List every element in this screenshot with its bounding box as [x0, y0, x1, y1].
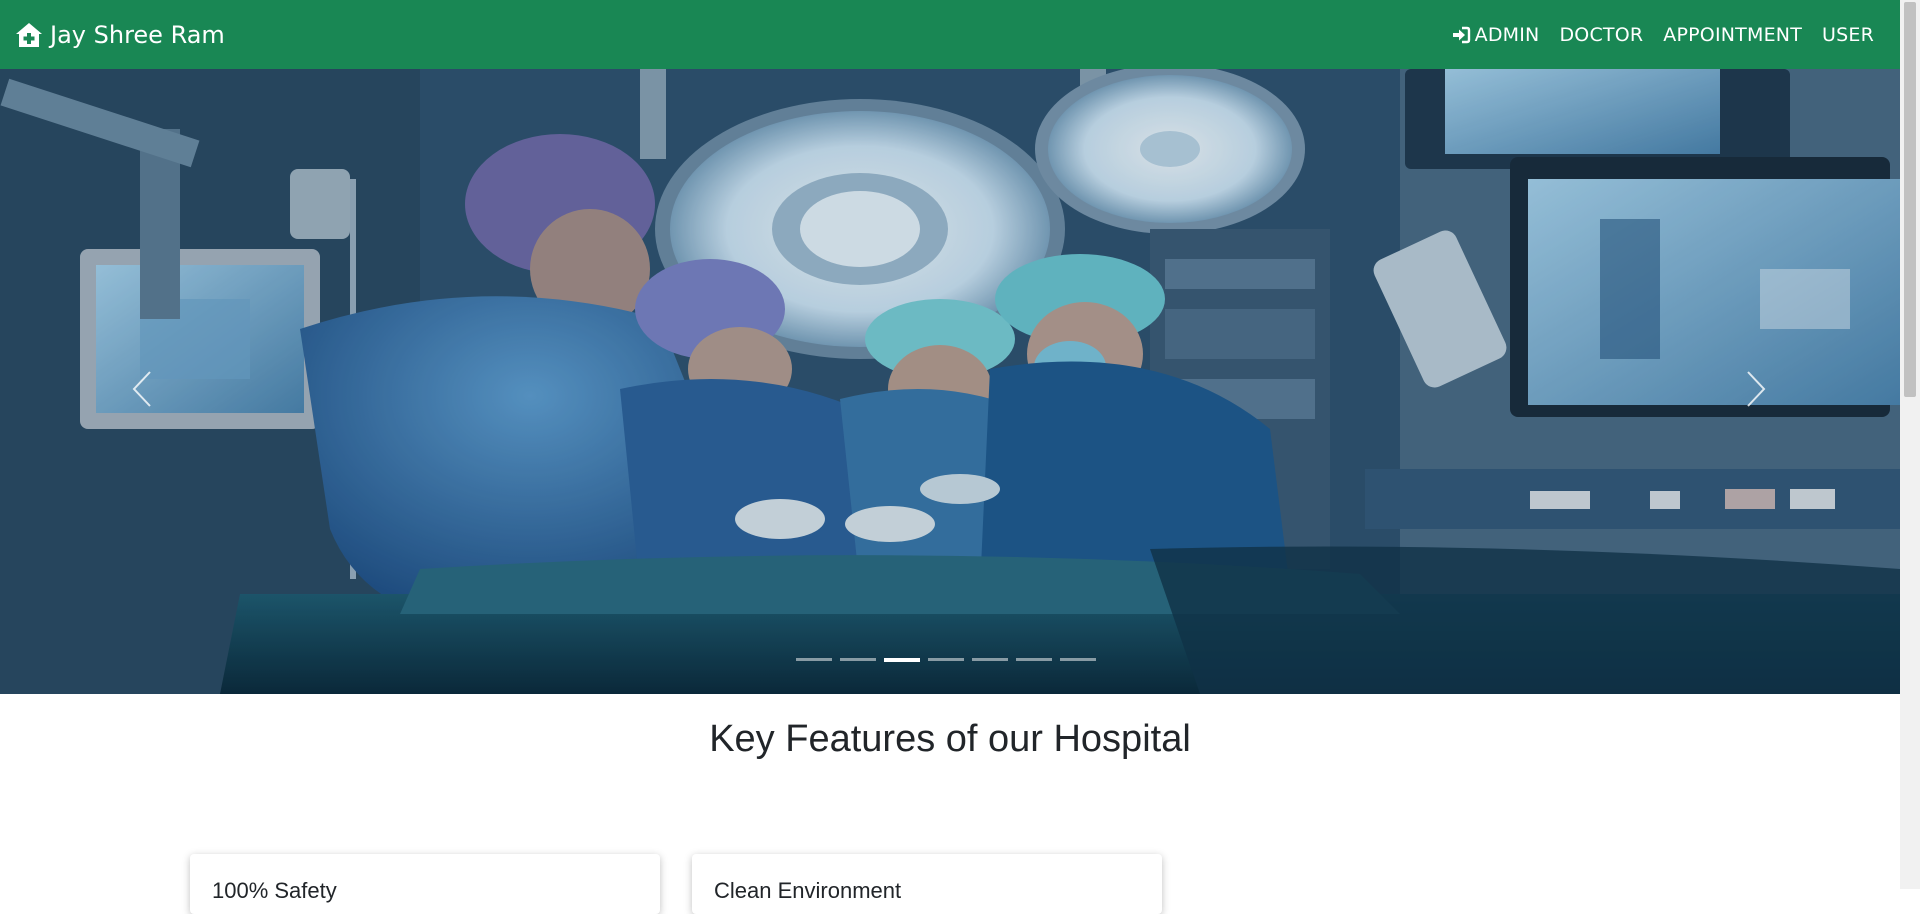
carousel-indicator-active[interactable]: [884, 658, 920, 662]
carousel-indicator[interactable]: [1016, 658, 1052, 661]
nav-link-user[interactable]: USER: [1822, 24, 1874, 46]
carousel-indicator[interactable]: [928, 658, 964, 661]
carousel-next-button[interactable]: [1736, 359, 1776, 419]
top-navbar: Jay Shree Ram ADMIN DOCTOR APPOINTMENT U…: [0, 0, 1900, 69]
nav-link-appointment-label: APPOINTMENT: [1663, 23, 1803, 46]
feature-card: 100% Safety: [190, 854, 660, 914]
nav-link-admin[interactable]: ADMIN: [1451, 24, 1540, 46]
nav-link-user-label: USER: [1822, 23, 1874, 46]
carousel-indicator[interactable]: [1060, 658, 1096, 661]
image-carousel: [0, 69, 1900, 694]
nav-link-doctor-label: DOCTOR: [1559, 23, 1644, 46]
carousel-indicator[interactable]: [796, 658, 832, 661]
sign-in-icon: [1451, 25, 1471, 45]
hospital-house-icon: [14, 21, 44, 49]
feature-card-title: 100% Safety: [212, 878, 337, 903]
feature-card: Clean Environment: [692, 854, 1162, 914]
scrollbar-thumb[interactable]: [1904, 2, 1916, 397]
carousel-prev-button[interactable]: [122, 359, 162, 419]
page-scrollbar[interactable]: [1900, 0, 1920, 889]
brand-name: Jay Shree Ram: [50, 20, 225, 49]
nav-link-appointment[interactable]: APPOINTMENT: [1663, 24, 1802, 46]
feature-card-title: Clean Environment: [714, 878, 902, 903]
chevron-left-icon: [132, 371, 151, 407]
carousel-indicator[interactable]: [972, 658, 1008, 661]
carousel-indicator[interactable]: [840, 658, 876, 661]
nav-links: ADMIN DOCTOR APPOINTMENT USER: [1451, 24, 1874, 46]
nav-link-doctor[interactable]: DOCTOR: [1559, 24, 1643, 46]
chevron-right-icon: [1747, 371, 1766, 407]
brand-link[interactable]: Jay Shree Ram: [14, 21, 225, 49]
carousel-indicators: [796, 658, 1096, 662]
nav-link-admin-label: ADMIN: [1474, 23, 1540, 46]
surgery-photo: [0, 69, 1900, 694]
features-heading: Key Features of our Hospital: [709, 718, 1191, 760]
